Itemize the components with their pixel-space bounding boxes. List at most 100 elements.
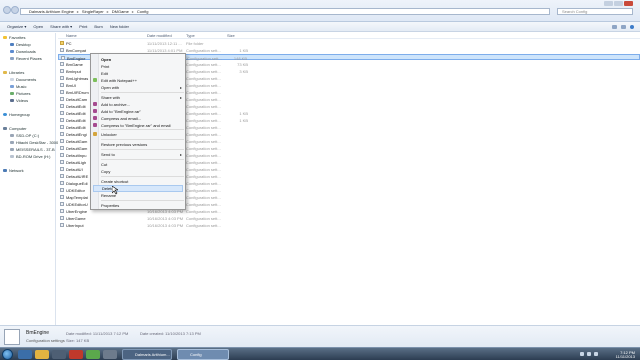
burn-button[interactable]: Burn xyxy=(94,24,102,29)
file-type: File folder xyxy=(186,41,204,46)
nav-documents[interactable]: Documents xyxy=(10,77,36,82)
app-icon-green[interactable] xyxy=(86,350,100,359)
file-name: DefaultLigh xyxy=(66,160,87,165)
explorer-icon[interactable] xyxy=(35,350,49,359)
file-name: DefaultGam xyxy=(66,146,88,151)
menu-item-open-with[interactable]: Open with xyxy=(101,85,119,90)
menu-item-cut[interactable]: Cut xyxy=(101,162,107,167)
menu-item-add-rar[interactable]: Add to "BmEngine.rar" xyxy=(101,109,141,114)
menu-item-unlocker[interactable]: Unlocker xyxy=(101,132,117,137)
help-icon[interactable] xyxy=(630,25,634,29)
maximize-icon[interactable] xyxy=(614,1,623,6)
share-with-button[interactable]: Share with ▾ xyxy=(50,24,72,29)
app-icon-gray[interactable] xyxy=(103,350,117,359)
music-icon xyxy=(10,85,14,88)
back-icon[interactable] xyxy=(3,6,11,14)
recent-places-icon xyxy=(10,57,14,60)
menu-item-create-shortcut[interactable]: Create shortcut xyxy=(101,179,128,184)
menu-item-delete[interactable]: Delete xyxy=(93,185,183,192)
taskbar-button-engine[interactable]: Dalmaris Arithium... xyxy=(122,349,172,360)
nav-drive-meisse[interactable]: MEISSERAILS - 3T-B xyxy=(10,147,55,152)
file-name: BmGame xyxy=(66,62,83,67)
file-size: 1 KB xyxy=(239,118,248,123)
config-file-icon xyxy=(60,125,64,129)
network-icon xyxy=(3,169,7,172)
menu-separator xyxy=(101,149,184,150)
close-icon[interactable] xyxy=(624,1,633,6)
file-row[interactable]: PC 11/11/2013 12:11 ... File folder xyxy=(58,40,640,46)
nav-drive-hitachi[interactable]: Hitachi DeskStar - 3000 xyxy=(10,140,58,145)
taskbar-button-label: Config xyxy=(190,352,202,357)
tray-volume-icon[interactable] xyxy=(594,352,598,356)
breadcrumb-1[interactable]: Dalmaris Arithium Engine xyxy=(29,9,74,14)
open-button[interactable]: Open xyxy=(33,24,43,29)
file-type: Configuration sett... xyxy=(186,48,221,53)
forward-icon[interactable] xyxy=(11,6,19,14)
file-name: UberEngine xyxy=(66,209,88,214)
menu-item-restore[interactable]: Restore previous versions xyxy=(101,142,147,147)
config-file-icon xyxy=(60,111,64,115)
nav-computer-label: Computer xyxy=(9,126,27,131)
nav-bd-rom[interactable]: BD-ROM Drive (H:) xyxy=(10,154,50,159)
menu-item-edit-notepad[interactable]: Edit with Notepad++ xyxy=(101,78,137,83)
file-type: Configuration sett... xyxy=(186,202,221,207)
menu-separator xyxy=(101,92,184,93)
nav-homegroup[interactable]: Homegroup xyxy=(3,112,30,117)
winrar-icon xyxy=(93,102,97,106)
media-player-icon[interactable] xyxy=(52,350,66,359)
organize-button[interactable]: Organize ▾ xyxy=(7,24,26,29)
menu-item-edit[interactable]: Edit xyxy=(101,71,108,76)
search-input[interactable]: Search Config xyxy=(557,8,633,15)
menu-item-compress-rar-email[interactable]: Compress to "BmEngine.rar" and email xyxy=(101,123,171,128)
taskbar-button-config[interactable]: Config xyxy=(177,349,229,360)
view-options-icon[interactable] xyxy=(612,25,617,29)
file-type: Configuration sett... xyxy=(186,118,221,123)
print-button[interactable]: Print xyxy=(79,24,87,29)
nav-downloads[interactable]: Downloads xyxy=(10,49,36,54)
address-bar[interactable]: Dalmaris Arithium Engine ▸ SingleRayer ▸… xyxy=(20,8,550,15)
minimize-icon[interactable] xyxy=(604,1,613,6)
desktop-icon xyxy=(10,43,14,46)
nav-recent-places[interactable]: Recent Places xyxy=(10,56,42,61)
nav-music[interactable]: Music xyxy=(10,84,26,89)
nav-drive-c[interactable]: SSD-OP (C:) xyxy=(10,133,39,138)
menu-item-open[interactable]: Open xyxy=(101,57,111,62)
clock[interactable]: 7:12 PM 11/11/2013 xyxy=(616,351,635,359)
menu-item-copy[interactable]: Copy xyxy=(101,169,110,174)
details-size: Size: 147 KB xyxy=(66,338,90,343)
breadcrumb-3[interactable]: DMGame xyxy=(112,9,129,14)
tray-network-icon[interactable] xyxy=(587,352,591,356)
file-row[interactable]: UberInput 10/16/2013 4:03 PM Configuration… xyxy=(58,222,640,228)
nav-videos[interactable]: Videos xyxy=(10,98,28,103)
ie-icon[interactable] xyxy=(18,350,32,359)
menu-item-send-to[interactable]: Send to xyxy=(101,152,115,157)
menu-item-share-with[interactable]: Share with xyxy=(101,95,120,100)
menu-item-add-archive[interactable]: Add to archive... xyxy=(101,102,130,107)
nav-network[interactable]: Network xyxy=(3,168,24,173)
nav-desktop[interactable]: Desktop xyxy=(10,42,31,47)
menu-item-print[interactable]: Print xyxy=(101,64,109,69)
app-icon-red[interactable] xyxy=(69,350,83,359)
nav-computer[interactable]: Computer xyxy=(3,126,27,131)
new-folder-button[interactable]: New folder xyxy=(110,24,129,29)
breadcrumb-4[interactable]: Config xyxy=(137,9,149,14)
menu-item-compress-email[interactable]: Compress and email... xyxy=(101,116,141,121)
file-type: Configuration sett... xyxy=(186,125,221,130)
details-file-type: Configuration settings xyxy=(26,338,65,343)
breadcrumb-2[interactable]: SingleRayer xyxy=(82,9,104,14)
file-name: DefaultEdit xyxy=(66,104,86,109)
config-file-icon xyxy=(60,223,64,227)
nav-recent-label: Recent Places xyxy=(16,56,42,61)
start-button-icon[interactable] xyxy=(2,349,13,360)
nav-favorites[interactable]: Favorites xyxy=(3,35,25,40)
file-row[interactable]: UberGame 10/16/2013 4:03 PM Configuration … xyxy=(58,215,640,221)
nav-libraries[interactable]: Libraries xyxy=(3,70,24,75)
nav-pictures[interactable]: Pictures xyxy=(10,91,30,96)
tray-flag-icon[interactable] xyxy=(580,352,584,356)
nav-pictures-label: Pictures xyxy=(16,91,31,96)
config-file-icon xyxy=(60,167,64,171)
file-name: BmUI xyxy=(66,83,76,88)
menu-item-properties[interactable]: Properties xyxy=(101,203,119,208)
file-preview-icon xyxy=(4,329,20,345)
preview-pane-icon[interactable] xyxy=(621,25,626,29)
